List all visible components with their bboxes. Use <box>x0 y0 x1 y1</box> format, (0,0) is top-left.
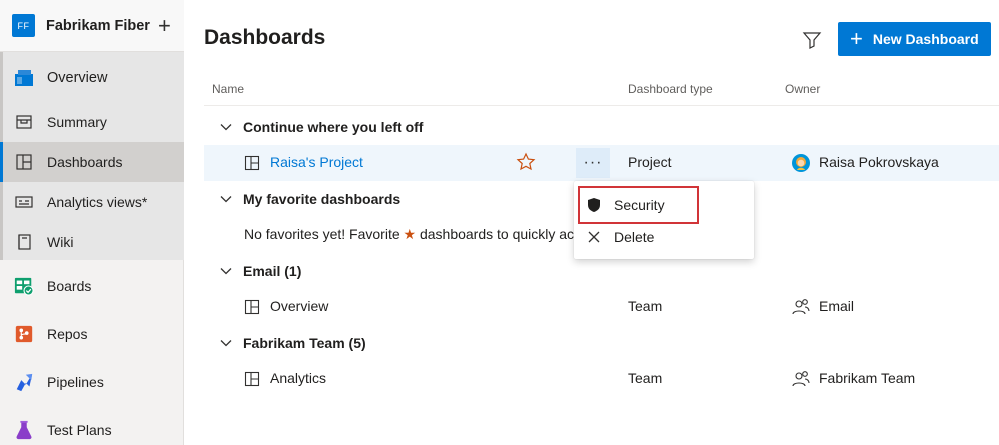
sidebar-item-label: Pipelines <box>47 374 104 390</box>
dashboard-type: Project <box>628 154 672 170</box>
table-row[interactable]: Overview Team Email <box>204 289 999 325</box>
sidebar-item-boards[interactable]: Boards <box>0 266 184 306</box>
group-label: Email (1) <box>243 263 302 279</box>
add-icon[interactable]: + <box>158 14 171 37</box>
no-favorites-message: No favorites yet! Favorite ★ dashboards … <box>244 226 574 243</box>
sidebar-item-pipelines[interactable]: Pipelines <box>0 362 184 402</box>
group-email[interactable]: Email (1) <box>204 256 301 286</box>
dashboard-link[interactable]: Overview <box>270 298 328 314</box>
column-header-type[interactable]: Dashboard type <box>628 82 713 96</box>
group-label: Fabrikam Team (5) <box>243 335 366 351</box>
group-label: My favorite dashboards <box>243 191 401 207</box>
chevron-down-icon <box>220 196 232 203</box>
plus-icon: + <box>850 26 863 51</box>
dashboard-icon <box>244 155 260 171</box>
table-row[interactable]: Analytics Team Fabrikam Team <box>204 361 999 397</box>
sidebar: FF Fabrikam Fiber + Overview Summary Das… <box>0 0 184 445</box>
sidebar-item-overview[interactable]: Overview <box>0 54 184 102</box>
menu-item-label: Delete <box>614 229 655 245</box>
dashboard-type: Team <box>628 298 663 314</box>
menu-item-delete[interactable]: Delete <box>574 221 754 253</box>
sidebar-item-wiki[interactable]: Wiki <box>0 222 184 262</box>
org-header: FF Fabrikam Fiber + <box>0 0 184 52</box>
more-actions-button[interactable]: ··· <box>576 148 610 178</box>
dashboard-link[interactable]: Raisa's Project <box>270 154 363 170</box>
group-fabrikam[interactable]: Fabrikam Team (5) <box>204 328 366 358</box>
close-icon <box>586 229 602 245</box>
pipelines-icon <box>14 372 34 392</box>
no-favorites-suffix: dashboards to quickly ac <box>419 226 575 242</box>
analytics-icon <box>14 192 34 212</box>
sidebar-item-label: Test Plans <box>47 422 112 438</box>
repos-icon <box>14 324 34 344</box>
chevron-down-icon <box>220 124 232 131</box>
column-header-name[interactable]: Name <box>212 82 244 96</box>
dashboard-icon <box>14 152 34 172</box>
sidebar-item-label: Wiki <box>47 234 74 250</box>
test-plans-icon <box>14 420 34 440</box>
column-header-owner[interactable]: Owner <box>785 82 820 96</box>
summary-icon <box>14 112 34 132</box>
chevron-down-icon <box>220 340 232 347</box>
overview-icon <box>14 68 34 88</box>
dashboard-icon <box>244 299 260 315</box>
owner-name: Email <box>819 298 855 314</box>
group-label: Continue where you left off <box>243 119 424 135</box>
sidebar-item-label: Summary <box>47 114 107 130</box>
sidebar-item-label: Boards <box>47 278 92 294</box>
sidebar-item-label: Repos <box>47 326 88 342</box>
dashboard-icon <box>244 371 260 387</box>
avatar <box>792 154 810 172</box>
team-icon <box>792 371 810 387</box>
sidebar-item-repos[interactable]: Repos <box>0 314 184 354</box>
no-favorites-prefix: No favorites yet! Favorite <box>244 226 400 242</box>
header-divider <box>204 105 999 106</box>
dashboard-type: Team <box>628 370 663 386</box>
org-badge[interactable]: FF <box>12 14 35 37</box>
owner-name: Fabrikam Team <box>819 370 916 386</box>
sidebar-item-label: Analytics views* <box>47 194 148 210</box>
sidebar-item-label: Overview <box>47 70 108 86</box>
new-dashboard-button[interactable]: + New Dashboard <box>838 22 991 56</box>
sidebar-item-test-plans[interactable]: Test Plans <box>0 410 184 445</box>
owner-name: Raisa Pokrovskaya <box>819 154 939 170</box>
group-favorites[interactable]: My favorite dashboards <box>204 184 400 214</box>
sidebar-item-summary[interactable]: Summary <box>0 102 184 142</box>
table-row[interactable]: Raisa's Project ··· Project Raisa Pokrov… <box>204 145 999 181</box>
org-name[interactable]: Fabrikam Fiber <box>46 18 150 34</box>
dashboard-link[interactable]: Analytics <box>270 370 326 386</box>
wiki-icon <box>14 232 34 252</box>
sidebar-item-dashboards[interactable]: Dashboards <box>0 142 184 182</box>
security-highlight-box <box>578 186 699 224</box>
star-filled-icon: ★ <box>403 226 417 242</box>
star-icon[interactable] <box>516 152 536 172</box>
new-dashboard-label: New Dashboard <box>872 31 979 47</box>
page-title: Dashboards <box>204 26 326 49</box>
chevron-down-icon <box>220 268 232 275</box>
boards-icon <box>14 276 34 296</box>
sidebar-item-analytics-views[interactable]: Analytics views* <box>0 182 184 222</box>
filter-icon[interactable] <box>802 30 822 50</box>
sidebar-item-label: Dashboards <box>47 154 123 170</box>
group-continue[interactable]: Continue where you left off <box>204 112 423 142</box>
team-icon <box>792 299 810 315</box>
